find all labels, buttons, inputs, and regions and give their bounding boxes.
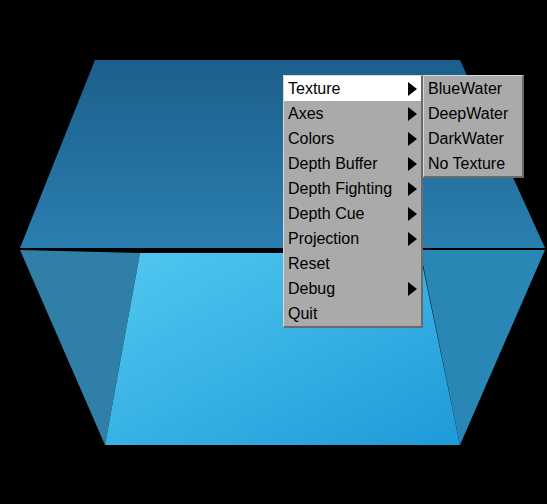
menu-item[interactable]: Projection xyxy=(284,226,421,251)
submenu-item[interactable]: BlueWater xyxy=(424,76,522,101)
menu-item[interactable]: Debug xyxy=(284,276,421,301)
submenu-arrow-icon xyxy=(408,232,417,246)
submenu-item[interactable]: DeepWater xyxy=(424,101,522,126)
submenu-item[interactable]: DarkWater xyxy=(424,126,522,151)
gl-window: TextureAxesColorsDepth BufferDepth Fight… xyxy=(0,0,547,504)
submenu-item[interactable]: No Texture xyxy=(424,151,522,176)
popup-menu: TextureAxesColorsDepth BufferDepth Fight… xyxy=(283,75,423,328)
submenu-arrow-icon xyxy=(408,132,417,146)
menu-item[interactable]: Quit xyxy=(284,301,421,326)
submenu-arrow-icon xyxy=(408,82,417,96)
texture-submenu: BlueWaterDeepWaterDarkWaterNo Texture xyxy=(423,75,524,178)
menu-item[interactable]: Colors xyxy=(284,126,421,151)
submenu-arrow-icon xyxy=(408,282,417,296)
menu-item[interactable]: Axes xyxy=(284,101,421,126)
submenu-arrow-icon xyxy=(408,157,417,171)
submenu-arrow-icon xyxy=(408,182,417,196)
submenu-arrow-icon xyxy=(408,107,417,121)
menu-item[interactable]: Depth Cue xyxy=(284,201,421,226)
menu-item[interactable]: Texture xyxy=(284,76,421,101)
menu-item[interactable]: Depth Buffer xyxy=(284,151,421,176)
menu-item[interactable]: Reset xyxy=(284,251,421,276)
submenu-arrow-icon xyxy=(408,207,417,221)
menu-item[interactable]: Depth Fighting xyxy=(284,176,421,201)
